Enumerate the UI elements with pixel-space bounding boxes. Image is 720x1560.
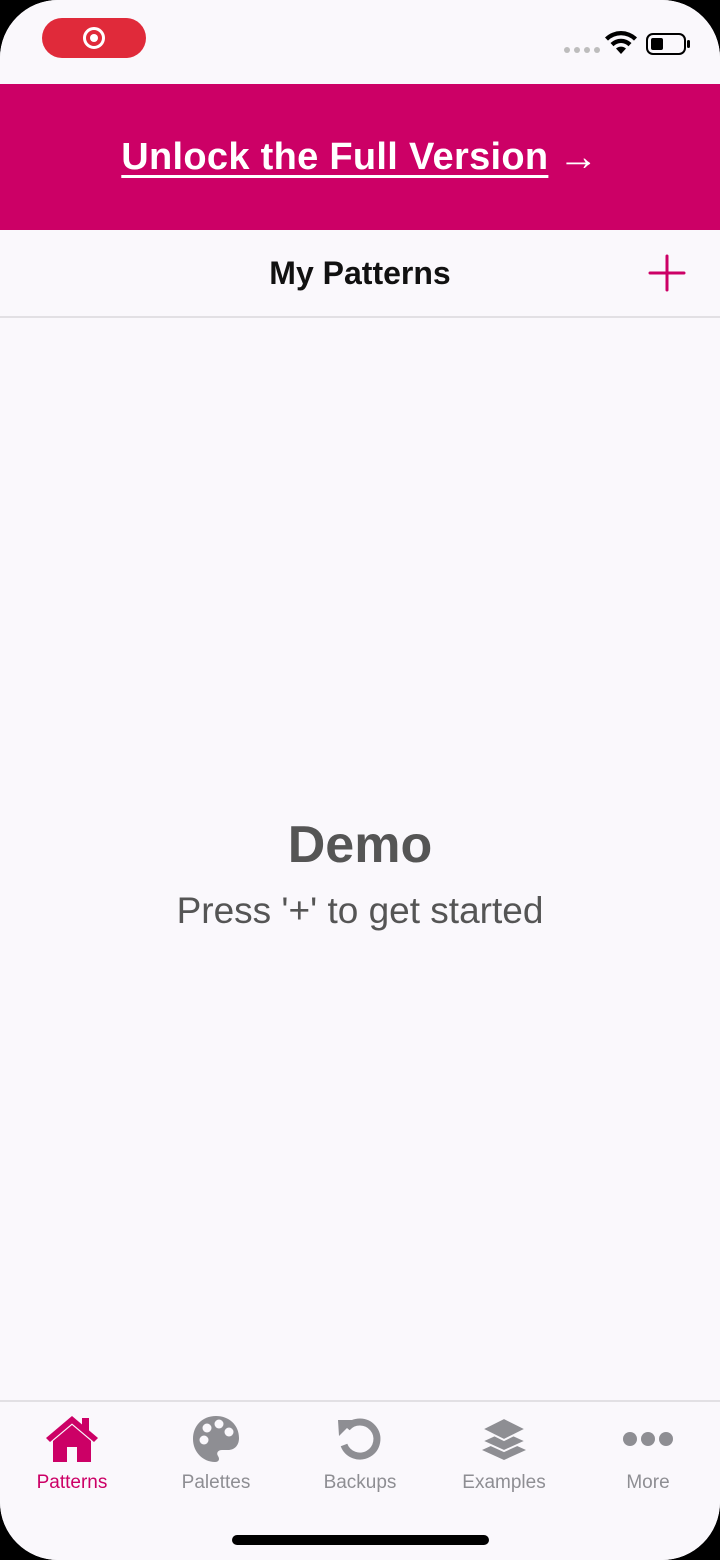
navigation-bar: My Patterns (0, 230, 720, 318)
layers-icon (476, 1412, 532, 1466)
tab-more[interactable]: More (576, 1402, 720, 1512)
app-screen: Unlock the Full Version → My Patterns De… (0, 0, 720, 1560)
restore-icon (332, 1412, 388, 1466)
empty-state: Demo Press '+' to get started (0, 810, 720, 936)
tab-label: Backups (323, 1472, 397, 1493)
palette-icon (188, 1412, 244, 1466)
status-bar (0, 0, 720, 84)
home-indicator[interactable] (232, 1535, 489, 1545)
plus-icon[interactable] (648, 254, 686, 292)
tab-label: Examples (462, 1472, 546, 1493)
tab-patterns[interactable]: Patterns (0, 1402, 144, 1512)
tab-label: Patterns (36, 1472, 108, 1493)
page-title: My Patterns (269, 254, 451, 291)
upgrade-banner: Unlock the Full Version → (0, 84, 720, 230)
more-icon (620, 1412, 676, 1466)
unlock-link-text: Unlock the Full Version (121, 135, 549, 178)
home-icon (44, 1412, 100, 1466)
screen-recording-indicator[interactable] (42, 18, 146, 58)
cellular-signal-icon (564, 47, 600, 53)
wifi-icon (605, 31, 637, 54)
record-icon (83, 27, 105, 49)
empty-state-subtitle: Press '+' to get started (176, 890, 544, 931)
tab-label: Palettes (181, 1472, 251, 1493)
tab-label: More (626, 1472, 670, 1493)
tab-backups[interactable]: Backups (288, 1402, 432, 1512)
empty-state-title: Demo (287, 816, 433, 874)
tab-palettes[interactable]: Palettes (144, 1402, 288, 1512)
arrow-right-icon: → (558, 134, 599, 179)
unlock-full-version-link[interactable]: Unlock the Full Version → (121, 135, 598, 180)
battery-icon (646, 33, 690, 55)
tab-examples[interactable]: Examples (432, 1402, 576, 1512)
